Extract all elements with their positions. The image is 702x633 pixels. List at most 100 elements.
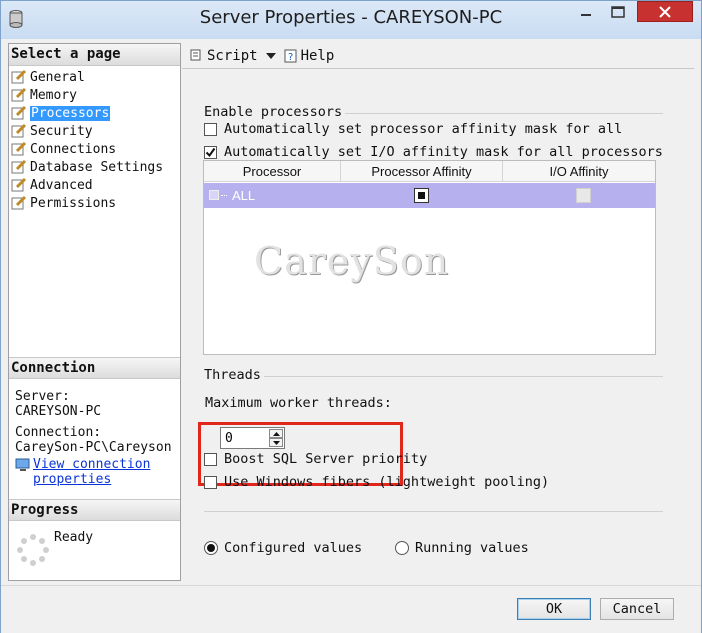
processors-page: Enable processors Automatically set proc…	[182, 70, 694, 581]
auto-io-affinity-row[interactable]: Automatically set I/O affinity mask for …	[204, 144, 663, 160]
left-pane: Select a page General Memory Processors …	[8, 43, 181, 581]
spin-buttons	[269, 429, 283, 447]
connection-value: CareySon-PC\Careyson	[15, 440, 172, 455]
wrench-page-icon	[11, 177, 27, 192]
help-button[interactable]: ? Help	[283, 47, 335, 64]
table-row[interactable]: ALL	[204, 183, 655, 208]
max-worker-threads-spinner[interactable]	[220, 427, 285, 449]
auto-affinity-checkbox[interactable]	[204, 122, 217, 136]
page-item-permissions[interactable]: Permissions	[11, 194, 180, 212]
page-item-general[interactable]: General	[11, 68, 180, 86]
max-worker-threads-input[interactable]	[221, 429, 261, 447]
wrench-page-icon	[11, 141, 27, 156]
windows-fibers-checkbox[interactable]	[204, 475, 217, 489]
select-page-header: Select a page	[9, 44, 180, 66]
auto-affinity-row[interactable]: Automatically set processor affinity mas…	[204, 121, 622, 137]
section-divider	[204, 511, 663, 512]
boost-priority-label: Boost SQL Server priority	[224, 451, 428, 467]
tree-connector	[221, 195, 227, 196]
dropdown-arrow-icon[interactable]	[265, 51, 277, 61]
arrow-down-icon	[272, 440, 280, 445]
page-item-database-settings[interactable]: Database Settings	[11, 158, 180, 176]
windows-fibers-label: Use Windows fibers (lightweight pooling)	[224, 474, 550, 490]
column-header-io-affinity[interactable]: I/O Affinity	[503, 161, 655, 182]
page-list: General Memory Processors Security Conne…	[11, 68, 180, 212]
spin-down-button[interactable]	[269, 438, 283, 447]
view-connection-properties-link[interactable]: View connection properties	[15, 457, 180, 487]
auto-affinity-label: Automatically set processor affinity mas…	[224, 121, 623, 137]
connection-label: Connection:	[15, 425, 102, 440]
help-icon: ?	[284, 49, 297, 63]
server-properties-window: Server Properties - CAREYSON-PC Select a…	[0, 0, 702, 633]
page-item-label: Database Settings	[30, 159, 164, 175]
checkmark-icon	[205, 147, 216, 157]
column-header-processor[interactable]: Processor	[204, 161, 341, 182]
wrench-page-icon	[11, 87, 27, 102]
configured-values-label: Configured values	[224, 540, 363, 556]
page-item-connections[interactable]: Connections	[11, 140, 180, 158]
wrench-page-icon	[11, 123, 27, 138]
view-link-line1[interactable]: View connection	[33, 457, 150, 472]
minimize-button[interactable]	[571, 1, 601, 22]
wrench-page-icon	[11, 195, 27, 210]
configured-values-radio[interactable]	[204, 541, 218, 555]
expand-toggle-icon[interactable]	[209, 190, 219, 200]
page-item-security[interactable]: Security	[11, 122, 180, 140]
dialog-body: Select a page General Memory Processors …	[1, 39, 701, 633]
grid-header: Processor Processor Affinity I/O Affinit…	[204, 161, 655, 182]
script-icon	[190, 49, 201, 60]
page-item-label: Security	[30, 123, 93, 139]
windows-fibers-row[interactable]: Use Windows fibers (lightweight pooling)	[204, 474, 549, 490]
auto-io-affinity-checkbox[interactable]	[204, 145, 217, 159]
processor-cell: ALL	[232, 188, 256, 203]
view-link-line2[interactable]: properties	[33, 472, 150, 487]
page-item-label: Advanced	[30, 177, 93, 193]
ok-button[interactable]: OK	[517, 598, 591, 620]
processor-affinity-grid: Processor Processor Affinity I/O Affinit…	[203, 160, 656, 355]
wrench-page-icon	[11, 159, 27, 174]
io-affinity-checkbox[interactable]	[576, 188, 591, 203]
configured-values-option[interactable]: Configured values	[204, 540, 362, 556]
running-values-label: Running values	[415, 540, 529, 556]
page-item-advanced[interactable]: Advanced	[11, 176, 180, 194]
group-divider	[345, 113, 663, 114]
cancel-button[interactable]: Cancel	[600, 598, 674, 620]
page-item-label: General	[30, 69, 85, 85]
page-item-processors[interactable]: Processors	[11, 104, 180, 122]
auto-io-affinity-label: Automatically set I/O affinity mask for …	[224, 144, 663, 160]
max-worker-threads-label: Maximum worker threads:	[205, 395, 392, 411]
script-label: Script	[207, 47, 258, 64]
boost-priority-checkbox[interactable]	[204, 452, 217, 466]
running-values-option[interactable]: Running values	[395, 540, 529, 556]
dialog-button-bar: OK Cancel	[1, 585, 701, 633]
page-item-memory[interactable]: Memory	[11, 86, 180, 104]
maximize-button[interactable]	[603, 1, 633, 22]
toolbar: Script ? Help	[182, 43, 694, 69]
arrow-up-icon	[272, 431, 280, 436]
group-divider	[264, 376, 663, 377]
server-value: CAREYSON-PC	[15, 404, 102, 419]
help-label: Help	[300, 47, 335, 64]
watermark: CareySon	[254, 239, 450, 283]
connection-properties-icon	[15, 457, 33, 487]
column-header-processor-affinity[interactable]: Processor Affinity	[341, 161, 503, 182]
maximize-icon	[611, 5, 625, 18]
close-button[interactable]	[637, 1, 693, 22]
page-item-label: Connections	[30, 141, 117, 157]
spin-up-button[interactable]	[269, 429, 283, 438]
title-bar[interactable]: Server Properties - CAREYSON-PC	[1, 1, 701, 39]
script-button[interactable]: Script	[188, 48, 277, 64]
threads-group-label: Threads	[204, 367, 261, 383]
progress-status: Ready	[54, 530, 94, 545]
indeterminate-mark	[418, 192, 425, 199]
svg-text:?: ?	[288, 52, 293, 63]
progress-header: Progress	[9, 499, 180, 521]
page-item-label: Processors	[30, 105, 111, 121]
right-pane: Script ? Help Enable processors Automati…	[182, 43, 694, 581]
boost-priority-row[interactable]: Boost SQL Server priority	[204, 451, 427, 467]
connection-header: Connection	[9, 357, 180, 379]
running-values-radio[interactable]	[395, 541, 409, 555]
processor-affinity-checkbox[interactable]	[414, 188, 429, 203]
radio-dot	[207, 544, 215, 552]
minimize-icon	[581, 13, 591, 16]
